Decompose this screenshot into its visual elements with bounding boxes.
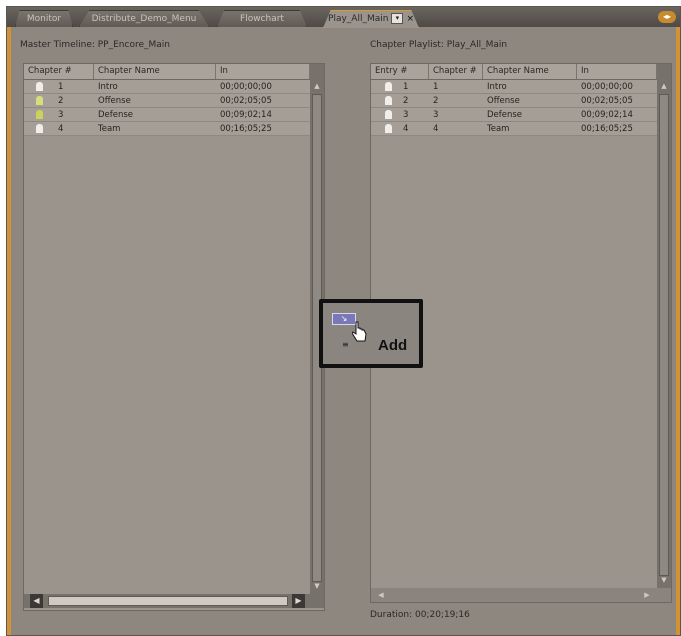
tab-close-icon[interactable]: × xyxy=(406,11,414,28)
scroll-left-icon[interactable]: ◀ xyxy=(30,594,43,608)
chapter-marker-icon xyxy=(385,82,392,91)
tab-play-all-main[interactable]: Play_All_Main ▾ × xyxy=(323,10,419,28)
chapter-playlist-title: Chapter Playlist: Play_All_Main xyxy=(370,40,508,50)
entry-number: 1 xyxy=(403,82,409,92)
scroll-down-icon[interactable]: ▼ xyxy=(658,574,670,586)
scroll-right-icon[interactable]: ▶ xyxy=(292,594,305,608)
chapter-number: 4 xyxy=(433,124,439,134)
chapter-name: Intro xyxy=(98,82,118,92)
tab-flowchart-label: Flowchart xyxy=(240,14,284,24)
chapter-name: Intro xyxy=(487,82,507,92)
panel-border-right xyxy=(676,27,680,635)
tab-monitor[interactable]: Monitor xyxy=(15,10,73,27)
chapter-number: 1 xyxy=(58,82,64,92)
entry-number: 3 xyxy=(403,110,409,120)
chapter-in: 00;09;02;14 xyxy=(220,110,272,120)
list-add-icon: ≡ xyxy=(342,340,349,349)
chapter-number: 3 xyxy=(433,110,439,120)
column-header-chapter-name[interactable]: Chapter Name xyxy=(94,64,216,79)
table-row[interactable]: 4 4 Team 00;16;05;25 xyxy=(371,122,657,136)
table-row[interactable]: 3 Defense 00;09;02;14 xyxy=(24,108,310,122)
tab-distribute-demo-menu[interactable]: Distribute_Demo_Menu xyxy=(79,10,209,27)
scroll-left-icon[interactable]: ◀ xyxy=(375,589,387,601)
scroll-right-icon[interactable]: ▶ xyxy=(641,589,653,601)
master-table-header: Chapter # Chapter Name In xyxy=(24,64,324,80)
tab-bar: Monitor Distribute_Demo_Menu Flowchart P… xyxy=(7,7,680,28)
chapter-number: 4 xyxy=(58,124,64,134)
tab-menu-icon[interactable]: ▾ xyxy=(391,13,404,24)
chapter-marker-icon xyxy=(385,96,392,105)
entry-number: 2 xyxy=(403,96,409,106)
chapter-in: 00;16;05;25 xyxy=(220,124,272,134)
add-label: Add xyxy=(378,337,408,354)
scroll-thumb[interactable] xyxy=(659,94,669,576)
tab-monitor-label: Monitor xyxy=(26,14,62,24)
chapter-in: 00;09;02;14 xyxy=(581,110,633,120)
column-header-chapter-name[interactable]: Chapter Name xyxy=(483,64,577,79)
table-row[interactable]: 1 Intro 00;00;00;00 xyxy=(24,80,310,94)
chapter-number: 1 xyxy=(433,82,439,92)
chapter-name: Team xyxy=(98,124,121,134)
column-header-chapter-num[interactable]: Chapter # xyxy=(24,64,94,79)
table-row[interactable]: 1 1 Intro 00;00;00;00 xyxy=(371,80,657,94)
chapter-in: 00;02;05;05 xyxy=(581,96,633,106)
scroll-up-icon[interactable]: ▲ xyxy=(311,80,323,92)
chapter-marker-icon xyxy=(36,96,43,105)
chapter-number: 3 xyxy=(58,110,64,120)
panel-menu-icon[interactable]: ◂▸ xyxy=(658,11,676,23)
playlist-table-header: Entry # Chapter # Chapter Name In xyxy=(371,64,671,80)
chapter-name: Team xyxy=(487,124,510,134)
scroll-thumb[interactable] xyxy=(48,596,288,606)
chapter-marker-icon xyxy=(36,110,43,119)
tab-distribute-label: Distribute_Demo_Menu xyxy=(91,14,197,24)
column-header-chapter-num[interactable]: Chapter # xyxy=(429,64,483,79)
chapter-name: Defense xyxy=(487,110,523,120)
chapter-number: 2 xyxy=(433,96,439,106)
chapter-marker-icon xyxy=(36,82,43,91)
chapter-number: 2 xyxy=(58,96,64,106)
column-header-in[interactable]: In xyxy=(216,64,310,79)
chapter-in: 00;02;05;05 xyxy=(220,96,272,106)
chapter-marker-icon xyxy=(385,110,392,119)
tab-play-all-main-label: Play_All_Main xyxy=(328,14,389,24)
playlist-duration: Duration: 00;20;19;16 xyxy=(370,610,470,620)
panel-border-left xyxy=(7,27,11,635)
chapter-name: Offense xyxy=(487,96,520,106)
table-row[interactable]: 2 Offense 00;02;05;05 xyxy=(24,94,310,108)
scroll-down-icon[interactable]: ▼ xyxy=(311,580,323,592)
playlist-vertical-scrollbar[interactable]: ▲ ▼ xyxy=(657,64,671,588)
column-header-in[interactable]: In xyxy=(577,64,657,79)
hand-cursor-icon xyxy=(352,321,367,342)
master-timeline-table: Chapter # Chapter Name In 1 Intro 00;00;… xyxy=(23,63,325,611)
chapter-in: 00;00;00;00 xyxy=(581,82,633,92)
column-header-entry-num[interactable]: Entry # xyxy=(371,64,429,79)
table-row[interactable]: 3 3 Defense 00;09;02;14 xyxy=(371,108,657,122)
chapter-name: Offense xyxy=(98,96,131,106)
chapter-name: Defense xyxy=(98,110,134,120)
tab-flowchart[interactable]: Flowchart xyxy=(217,10,307,27)
scroll-up-icon[interactable]: ▲ xyxy=(658,80,670,92)
table-row[interactable]: 4 Team 00;16;05;25 xyxy=(24,122,310,136)
chapter-marker-icon xyxy=(36,124,43,133)
entry-number: 4 xyxy=(403,124,409,134)
master-timeline-title: Master Timeline: PP_Encore_Main xyxy=(20,40,170,50)
table-row[interactable]: 2 2 Offense 00;02;05;05 xyxy=(371,94,657,108)
master-horizontal-scrollbar[interactable]: ◀ ▶ xyxy=(24,594,324,608)
add-callout-box xyxy=(319,299,423,368)
playlist-horizontal-scrollbar[interactable]: ◀ ▶ xyxy=(371,588,671,602)
chapter-marker-icon xyxy=(385,124,392,133)
chapter-in: 00;00;00;00 xyxy=(220,82,272,92)
chapter-in: 00;16;05;25 xyxy=(581,124,633,134)
